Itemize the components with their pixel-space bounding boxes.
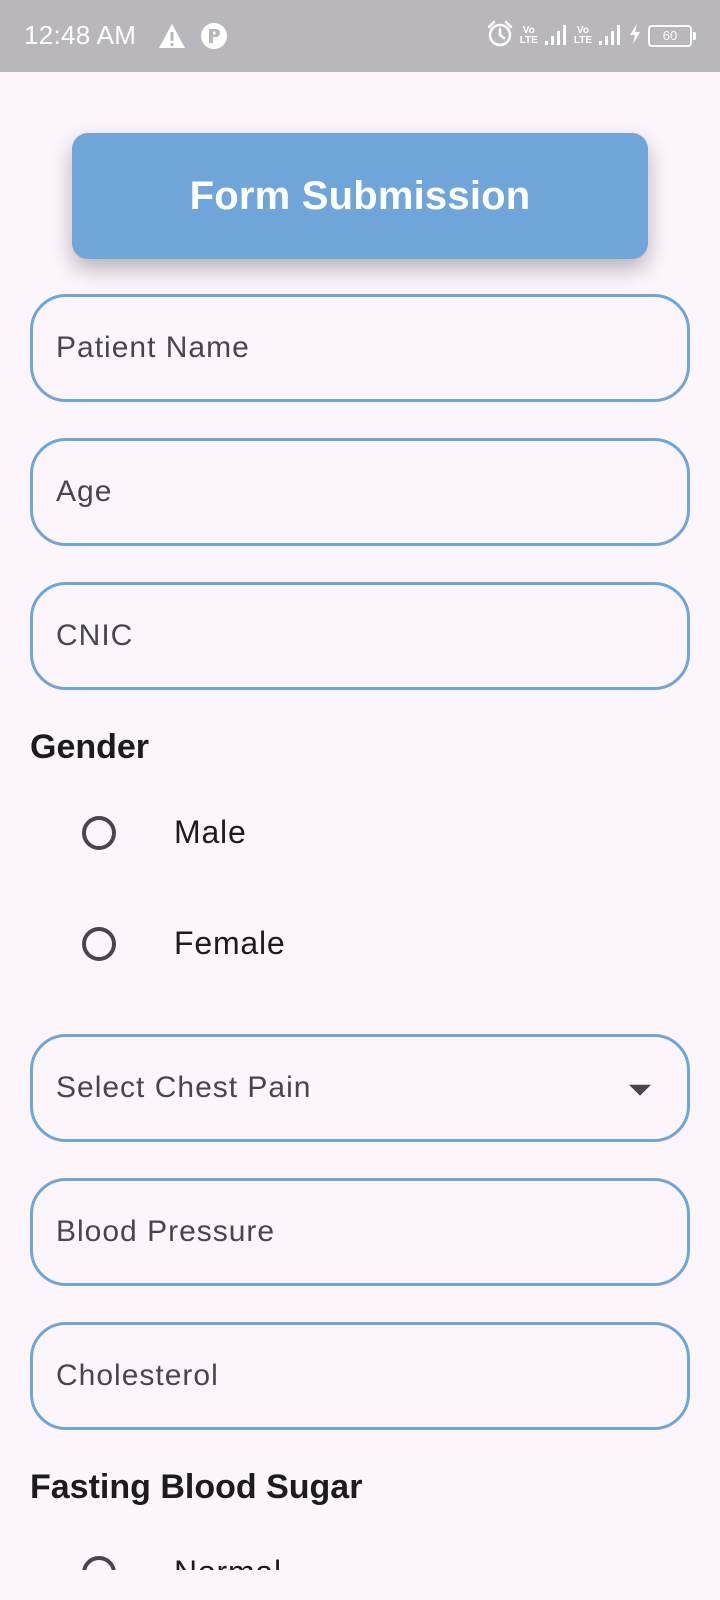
patient-name-field[interactable]: Patient Name (30, 294, 690, 402)
volte-icon: Vo LTE (574, 26, 592, 46)
status-time: 12:48 AM (24, 20, 137, 50)
app-notification-icon (200, 22, 228, 54)
alarm-icon (486, 20, 514, 52)
radio-unchecked-icon[interactable] (82, 816, 116, 850)
signal-icon (598, 22, 622, 50)
dropdown-arrow-icon (629, 1084, 651, 1096)
battery-icon: 60 (648, 25, 696, 47)
gender-heading: Gender (30, 728, 150, 766)
age-label: Age (56, 475, 113, 508)
warning-icon (158, 23, 186, 53)
signal-icon (544, 22, 568, 50)
charging-icon (628, 23, 642, 49)
gender-option-label: Female (174, 925, 286, 961)
status-bar: 12:48 AM Vo LTE Vo LTE 60 (0, 0, 720, 72)
chest-pain-dropdown[interactable]: Select Chest Pain (30, 1034, 690, 1142)
status-right-icons: Vo LTE Vo LTE 60 (486, 20, 696, 52)
blood-pressure-field[interactable]: Blood Pressure (30, 1178, 690, 1286)
status-left-icons (158, 22, 228, 54)
fasting-blood-sugar-heading: Fasting Blood Sugar (30, 1468, 363, 1506)
volte-icon: Vo LTE (520, 26, 538, 46)
chest-pain-label: Select Chest Pain (56, 1071, 312, 1104)
gender-option-label: Male (174, 814, 247, 850)
volte-bottom: LTE (573, 35, 592, 46)
patient-name-label: Patient Name (56, 331, 250, 364)
blood-pressure-label: Blood Pressure (56, 1215, 276, 1248)
radio-unchecked-icon[interactable] (82, 927, 116, 961)
gender-option-female[interactable]: Female (82, 925, 582, 967)
page-title: Form Submission (189, 173, 531, 218)
cholesterol-label: Cholesterol (56, 1359, 219, 1392)
cholesterol-field[interactable]: Cholesterol (30, 1322, 690, 1430)
form-header-card: Form Submission (72, 133, 648, 259)
gender-option-male[interactable]: Male (82, 814, 582, 856)
age-field[interactable]: Age (30, 438, 690, 546)
cnic-field[interactable]: CNIC (30, 582, 690, 690)
volte-bottom: LTE (519, 35, 538, 46)
cnic-label: CNIC (56, 619, 134, 652)
scroll-clip (0, 1570, 720, 1600)
